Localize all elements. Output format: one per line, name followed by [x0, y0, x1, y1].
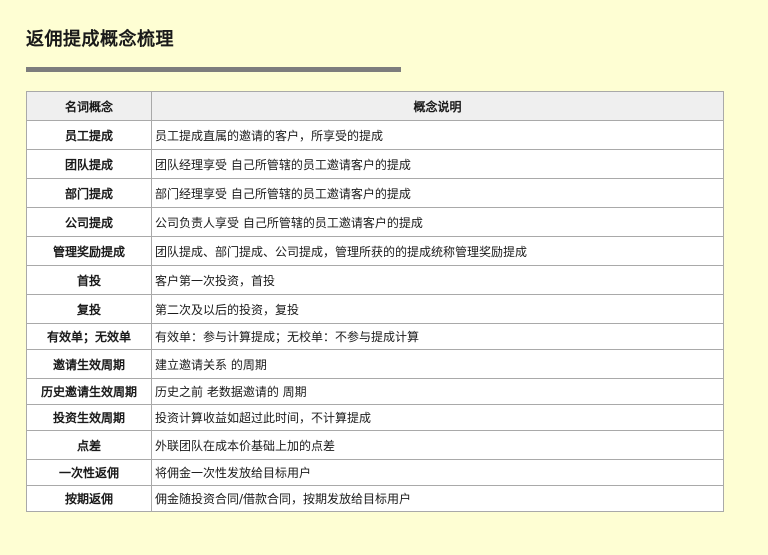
- table-row: 历史邀请生效周期 历史之前 老数据邀请的 周期: [26, 378, 724, 405]
- description-cell: 团队提成、部门提成、公司提成，管理所获的的提成统称管理奖励提成: [151, 236, 724, 266]
- description-cell: 部门经理享受 自己所管辖的员工邀请客户的提成: [151, 178, 724, 208]
- description-cell: 员工提成直属的邀请的客户，所享受的提成: [151, 120, 724, 150]
- term-cell: 按期返佣: [26, 485, 152, 512]
- term-cell: 邀请生效周期: [26, 349, 152, 379]
- description-cell: 有效单：参与计算提成；无校单：不参与提成计算: [151, 323, 724, 350]
- description-cell: 佣金随投资合同/借款合同，按期发放给目标用户: [151, 485, 724, 512]
- term-cell: 部门提成: [26, 178, 152, 208]
- term-cell: 历史邀请生效周期: [26, 378, 152, 405]
- table-row: 一次性返佣 将佣金一次性发放给目标用户: [26, 459, 724, 486]
- table-row: 管理奖励提成 团队提成、部门提成、公司提成，管理所获的的提成统称管理奖励提成: [26, 236, 724, 266]
- term-cell: 有效单；无效单: [26, 323, 152, 350]
- term-cell: 管理奖励提成: [26, 236, 152, 266]
- table-row: 按期返佣 佣金随投资合同/借款合同，按期发放给目标用户: [26, 485, 724, 512]
- term-cell: 团队提成: [26, 149, 152, 179]
- table-row: 员工提成 员工提成直属的邀请的客户，所享受的提成: [26, 120, 724, 150]
- term-cell: 投资生效周期: [26, 404, 152, 431]
- description-cell: 建立邀请关系 的周期: [151, 349, 724, 379]
- term-cell: 公司提成: [26, 207, 152, 237]
- column-header-description: 概念说明: [151, 91, 724, 121]
- description-cell: 第二次及以后的投资，复投: [151, 294, 724, 324]
- column-header-term: 名词概念: [26, 91, 152, 121]
- concept-table: 名词概念 概念说明 员工提成 员工提成直属的邀请的客户，所享受的提成 团队提成 …: [26, 91, 724, 512]
- description-cell: 投资计算收益如超过此时间，不计算提成: [151, 404, 724, 431]
- table-row: 投资生效周期 投资计算收益如超过此时间，不计算提成: [26, 404, 724, 431]
- term-cell: 员工提成: [26, 120, 152, 150]
- description-cell: 将佣金一次性发放给目标用户: [151, 459, 724, 486]
- term-cell: 首投: [26, 265, 152, 295]
- table-header-row: 名词概念 概念说明: [26, 91, 724, 121]
- table-row: 有效单；无效单 有效单：参与计算提成；无校单：不参与提成计算: [26, 323, 724, 350]
- page-title: 返佣提成概念梳理: [26, 29, 174, 50]
- table-row: 部门提成 部门经理享受 自己所管辖的员工邀请客户的提成: [26, 178, 724, 208]
- description-cell: 历史之前 老数据邀请的 周期: [151, 378, 724, 405]
- term-cell: 点差: [26, 430, 152, 460]
- table-row: 邀请生效周期 建立邀请关系 的周期: [26, 349, 724, 379]
- table-row: 首投 客户第一次投资，首投: [26, 265, 724, 295]
- title-divider: [26, 67, 401, 72]
- term-cell: 一次性返佣: [26, 459, 152, 486]
- description-cell: 公司负责人享受 自己所管辖的员工邀请客户的提成: [151, 207, 724, 237]
- description-cell: 客户第一次投资，首投: [151, 265, 724, 295]
- table-row: 团队提成 团队经理享受 自己所管辖的员工邀请客户的提成: [26, 149, 724, 179]
- table-row: 公司提成 公司负责人享受 自己所管辖的员工邀请客户的提成: [26, 207, 724, 237]
- term-cell: 复投: [26, 294, 152, 324]
- table-row: 点差 外联团队在成本价基础上加的点差: [26, 430, 724, 460]
- table-row: 复投 第二次及以后的投资，复投: [26, 294, 724, 324]
- description-cell: 团队经理享受 自己所管辖的员工邀请客户的提成: [151, 149, 724, 179]
- description-cell: 外联团队在成本价基础上加的点差: [151, 430, 724, 460]
